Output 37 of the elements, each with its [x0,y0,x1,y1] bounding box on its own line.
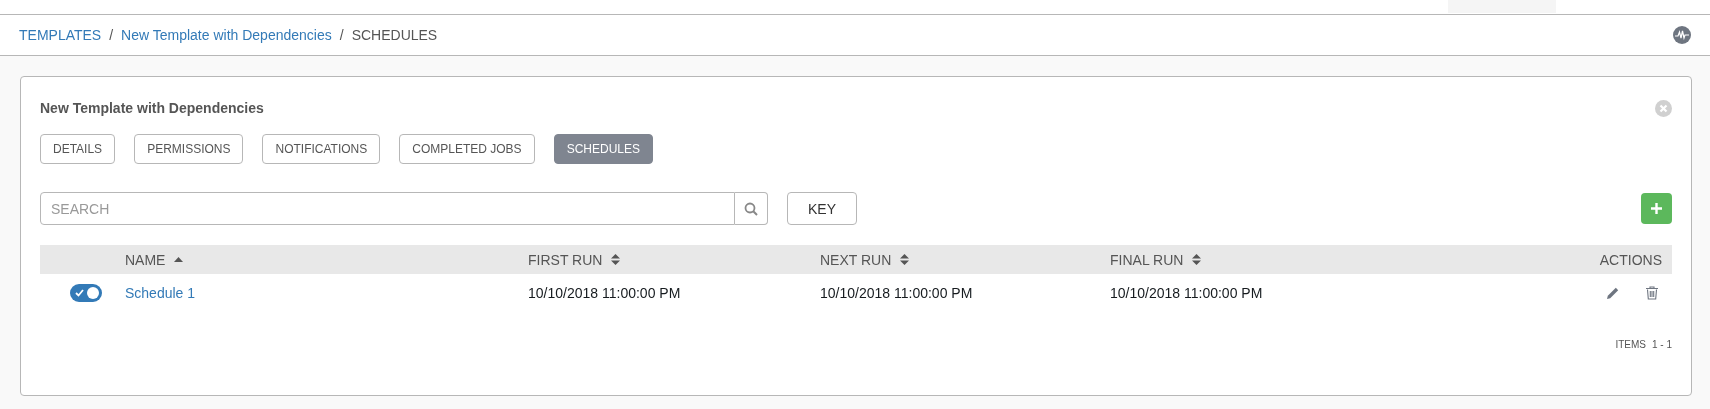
items-range: 1 - 1 [1652,339,1672,350]
delete-icon[interactable] [1646,286,1658,300]
tab[interactable]: COMPLETED JOBS [399,134,535,164]
breadcrumb-link[interactable]: New Template with Dependencies [121,27,332,43]
add-button[interactable] [1641,193,1672,224]
edit-icon[interactable] [1606,286,1620,300]
column-header[interactable]: NAME [125,251,166,268]
table-cell: 10/10/2018 11:00:00 PM [820,285,973,301]
plus-icon [1651,203,1662,214]
sort-icon[interactable] [1192,254,1202,265]
tab[interactable]: DETAILS [40,134,116,164]
breadcrumb-link[interactable]: TEMPLATES [19,27,102,43]
schedule-link[interactable]: Schedule 1 [125,285,196,301]
key-button[interactable]: KEY [787,192,857,225]
breadcrumb-current: SCHEDULES [351,27,438,43]
table-cell: 10/10/2018 11:00:00 PM [1110,285,1263,301]
card-title: New Template with Dependencies [40,100,264,116]
search-button[interactable] [735,192,768,225]
toggle-switch[interactable] [70,284,102,302]
tab[interactable]: SCHEDULES [553,134,653,164]
table-cell: 10/10/2018 11:00:00 PM [528,285,681,301]
activity-icon[interactable] [1673,26,1691,44]
column-header[interactable]: FINAL RUN [1110,251,1184,268]
breadcrumb-separator: / [339,27,344,43]
breadcrumb-separator: / [109,27,114,43]
sort-icon[interactable] [611,254,621,265]
search-field[interactable]: SEARCH [40,192,735,225]
tab[interactable]: PERMISSIONS [134,134,244,164]
sort-icon[interactable] [900,254,910,265]
search-icon [744,201,758,216]
column-header: ACTIONS [1599,251,1662,268]
column-header[interactable]: FIRST RUN [528,251,603,268]
items-label: ITEMS [1615,339,1646,350]
column-header[interactable]: NEXT RUN [820,251,892,268]
sort-ascending-icon[interactable] [174,257,184,262]
check-icon [75,289,84,297]
tab[interactable]: NOTIFICATIONS [262,134,381,164]
